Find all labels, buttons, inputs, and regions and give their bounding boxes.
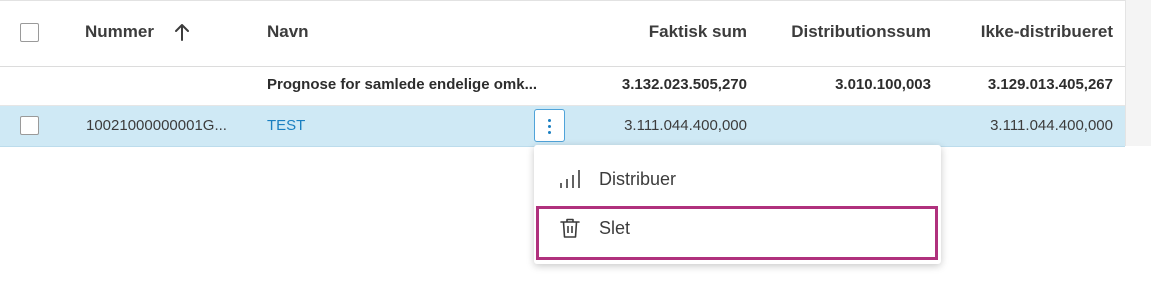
- select-all-checkbox[interactable]: [20, 23, 39, 42]
- row-actual-sum: 3.111.044.400,000: [624, 117, 747, 134]
- menu-item-distribute-label: Distribuer: [599, 169, 677, 189]
- column-header-undistributed[interactable]: Ikke-distribueret: [935, 22, 1113, 42]
- row-name-link[interactable]: TEST: [267, 117, 305, 134]
- table-header-row: Nummer Navn Faktisk sum Distributionssum…: [0, 0, 1125, 67]
- row-undistributed: 3.111.044.400,000: [990, 117, 1113, 134]
- distribute-bars-icon: [560, 170, 580, 188]
- summary-actual-sum: 3.132.023.505,270: [621, 76, 747, 93]
- summary-distribution-sum: 3.010.100,003: [835, 76, 931, 93]
- column-header-number[interactable]: Nummer: [85, 22, 154, 42]
- summary-undistributed: 3.129.013.405,267: [987, 76, 1113, 93]
- summary-name: Prognose for samlede endelige omk...: [267, 76, 538, 93]
- row-number: 10021000000001G...: [86, 117, 227, 134]
- column-header-distribution-sum[interactable]: Distributionssum: [750, 22, 931, 42]
- sort-ascending-icon[interactable]: [173, 22, 191, 42]
- row-checkbox[interactable]: [20, 116, 39, 135]
- delete-highlight-frame: [536, 206, 938, 260]
- scrollbar-gutter[interactable]: [1125, 0, 1151, 146]
- column-header-actual-sum[interactable]: Faktisk sum: [560, 22, 747, 42]
- row-actions-button[interactable]: [534, 109, 565, 142]
- more-vertical-icon: [547, 119, 551, 122]
- column-header-name[interactable]: Navn: [267, 22, 309, 42]
- menu-item-distribute[interactable]: Distribuer: [534, 155, 941, 203]
